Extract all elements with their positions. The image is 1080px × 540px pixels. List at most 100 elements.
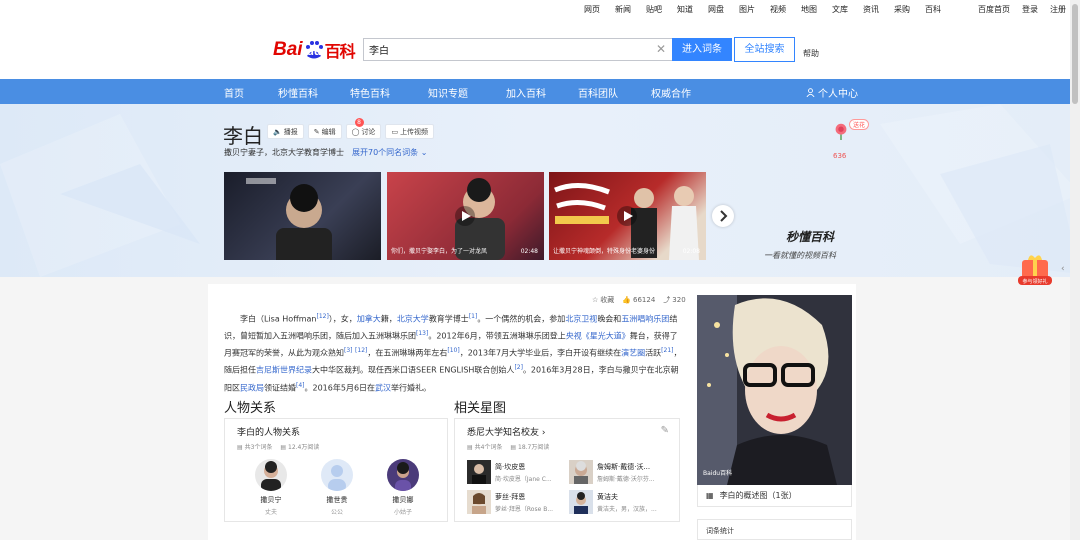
entry-link[interactable]: 央视 <box>566 332 582 341</box>
video-thumbnail-3[interactable]: 让撒贝宁神魂颠倒，特殊身份老婆身份 02:08 <box>549 172 706 260</box>
entry-link[interactable]: 北京大学 <box>397 315 429 324</box>
summary-text: 教育学博士 <box>428 314 469 324</box>
relation-person[interactable]: 撒贝娜 小姑子 <box>378 459 428 516</box>
star-desc: 萝丝·拜恩（Rose B... <box>495 505 554 513</box>
nav-topics[interactable]: 知识专题 <box>428 85 468 100</box>
star-item[interactable]: 简·坎皮恩 简·坎皮恩（Jane C... <box>467 459 552 485</box>
collect-button[interactable]: ☆ 收藏 <box>592 295 614 305</box>
gift-badge[interactable]: 参与领好礼 <box>1016 250 1054 288</box>
top-link[interactable]: 新闻 <box>615 4 646 15</box>
reference-link[interactable]: [4] <box>296 382 305 389</box>
relations-card[interactable]: 李白的人物关系 ▤ 共3个词条 ▤ 12.4万阅读 撒贝宁 丈夫 撒世贵 公公 … <box>224 418 448 522</box>
top-link[interactable]: 网盘 <box>708 4 739 15</box>
share-button[interactable]: ⤴ 320 <box>663 295 685 305</box>
broadcast-button[interactable]: 🔈 播报 <box>267 124 304 139</box>
send-flower-label[interactable]: 送花 <box>849 119 870 130</box>
top-link[interactable]: 视频 <box>770 4 801 15</box>
entry-link[interactable]: 加拿大 <box>357 315 381 324</box>
photo-watermark: Baidu百科 <box>703 469 732 477</box>
nav-team[interactable]: 百科团队 <box>578 85 618 100</box>
relations-card-stats: ▤ 共3个词条 ▤ 12.4万阅读 <box>237 442 319 451</box>
top-link[interactable]: 网页 <box>584 4 615 15</box>
reference-link[interactable]: [10] <box>447 347 459 354</box>
top-link[interactable]: 资讯 <box>863 4 894 15</box>
summary-photo[interactable]: Baidu百科 <box>697 295 852 485</box>
nav-home[interactable]: 首页 <box>224 85 244 100</box>
related-stars-card[interactable]: 悉尼大学知名校友 › ✎ ▤ 共4个词条 ▤ 18.7万阅读 简·坎皮恩 简·坎皮… <box>454 418 680 522</box>
more-names-link[interactable]: 展开70个同名词条 ⌄ <box>352 148 427 157</box>
entry-stats: 词条统计 <box>697 519 852 540</box>
user-center-link[interactable]: 个人中心 <box>806 85 858 100</box>
summary-text: 举行婚礼。 <box>391 383 432 393</box>
flower-icon[interactable] <box>832 122 850 140</box>
upload-video-button[interactable]: ▭ 上传视频 <box>385 124 435 139</box>
person-name: 撒贝娜 <box>392 496 414 504</box>
reference-link[interactable]: [13] <box>416 330 428 337</box>
clear-icon[interactable]: ✕ <box>656 42 666 56</box>
top-link[interactable]: 文库 <box>832 4 863 15</box>
edit-button[interactable]: ✎ 编辑 <box>307 124 342 139</box>
top-link[interactable]: 图片 <box>739 4 770 15</box>
top-link[interactable]: 地图 <box>801 4 832 15</box>
discuss-button[interactable]: 8 ◯ 讨论 <box>345 118 382 139</box>
edit-icon[interactable]: ✎ <box>661 425 669 436</box>
entry-link[interactable]: 武汉 <box>375 383 391 392</box>
chevron-left-icon[interactable]: ‹ <box>1061 264 1065 274</box>
scrollbar[interactable] <box>1070 0 1080 540</box>
nav-featured[interactable]: 特色百科 <box>350 85 390 100</box>
stars-card-title[interactable]: 悉尼大学知名校友 › <box>467 425 546 438</box>
reference-link[interactable]: [21] <box>661 347 673 354</box>
top-link[interactable]: 百科 <box>925 4 956 15</box>
reference-link[interactable]: [12] <box>316 313 328 320</box>
collect-label: 收藏 <box>600 296 615 304</box>
search-box: ✕ <box>363 38 673 61</box>
relation-person[interactable]: 撒贝宁 丈夫 <box>246 459 296 516</box>
nav-miaodong[interactable]: 秒懂百科 <box>278 85 318 100</box>
search-all-button[interactable]: 全站搜索 <box>734 37 795 62</box>
top-right-links: 百度首页 登录 注册 <box>978 4 1066 15</box>
entries-count: ▤ 共4个词条 <box>467 442 502 451</box>
nav-partners[interactable]: 权威合作 <box>651 85 691 100</box>
entry-link[interactable]: 《星光大道》 <box>582 332 630 341</box>
entry-link[interactable]: 北京卫视 <box>565 315 597 324</box>
entry-link[interactable]: 民政局 <box>240 383 264 392</box>
video-thumbnail-2[interactable]: 你们，撒贝宁娶李白，为了一对龙凤 02:48 <box>387 172 544 260</box>
top-link[interactable]: 采购 <box>894 4 925 15</box>
top-link[interactable]: 知道 <box>677 4 708 15</box>
search-input[interactable] <box>364 39 644 60</box>
like-button[interactable]: 👍 66124 <box>622 295 655 305</box>
views-count-label: 12.4万阅读 <box>288 444 320 451</box>
entry-link[interactable]: 演艺圈 <box>621 349 645 358</box>
top-right-link[interactable]: 注册 <box>1050 4 1066 15</box>
next-video-button[interactable] <box>712 205 734 227</box>
relation-person[interactable]: 撒世贵 公公 <box>312 459 362 516</box>
photo-caption[interactable]: ▦ 李白的概述图（1张） <box>697 485 852 507</box>
person-role: 公公 <box>330 509 343 516</box>
scrollbar-thumb[interactable] <box>1072 4 1078 104</box>
summary-text: 晚会和 <box>597 314 622 324</box>
entries-count-label: 共4个词条 <box>474 444 503 451</box>
enter-entry-button[interactable]: 进入词条 <box>672 38 732 61</box>
reference-link[interactable]: [12] <box>355 347 367 354</box>
logo-baike: 百科 <box>324 42 356 61</box>
star-desc: 简·坎皮恩（Jane C... <box>495 475 552 483</box>
flower-count: 636 <box>833 152 847 160</box>
reference-link[interactable]: [3] <box>344 347 353 354</box>
entry-link[interactable]: 吉尼斯世界纪录 <box>256 366 312 375</box>
help-link[interactable]: 帮助 <box>803 48 819 59</box>
star-item[interactable]: 黄洁夫 黄洁夫，男，汉族，... <box>569 489 657 515</box>
video-3-duration: 02:08 <box>682 248 700 255</box>
top-right-link[interactable]: 百度首页 <box>978 4 1010 15</box>
reference-link[interactable]: [2] <box>514 364 523 371</box>
star-item[interactable]: 萝丝·拜恩 萝丝·拜恩（Rose B... <box>467 489 553 515</box>
nav-join[interactable]: 加入百科 <box>506 85 546 100</box>
star-item[interactable]: 詹姆斯·戴德·沃... 詹姆斯·戴德·沃尔芬... <box>569 459 655 485</box>
subtitle-text: 撒贝宁妻子，北京大学教育学博士 <box>224 148 344 157</box>
video-thumbnail-1[interactable] <box>224 172 381 260</box>
chevron-down-icon: ⌄ <box>420 148 428 157</box>
entry-link[interactable]: 五洲唱响乐团 <box>621 315 669 324</box>
main-nav: 首页 秒懂百科 特色百科 知识专题 加入百科 百科团队 权威合作 个人中心 <box>0 79 1080 104</box>
top-right-link[interactable]: 登录 <box>1022 4 1038 15</box>
baidu-baike-logo[interactable]: Bai du 百科 <box>273 38 356 62</box>
top-link[interactable]: 贴吧 <box>646 4 677 15</box>
